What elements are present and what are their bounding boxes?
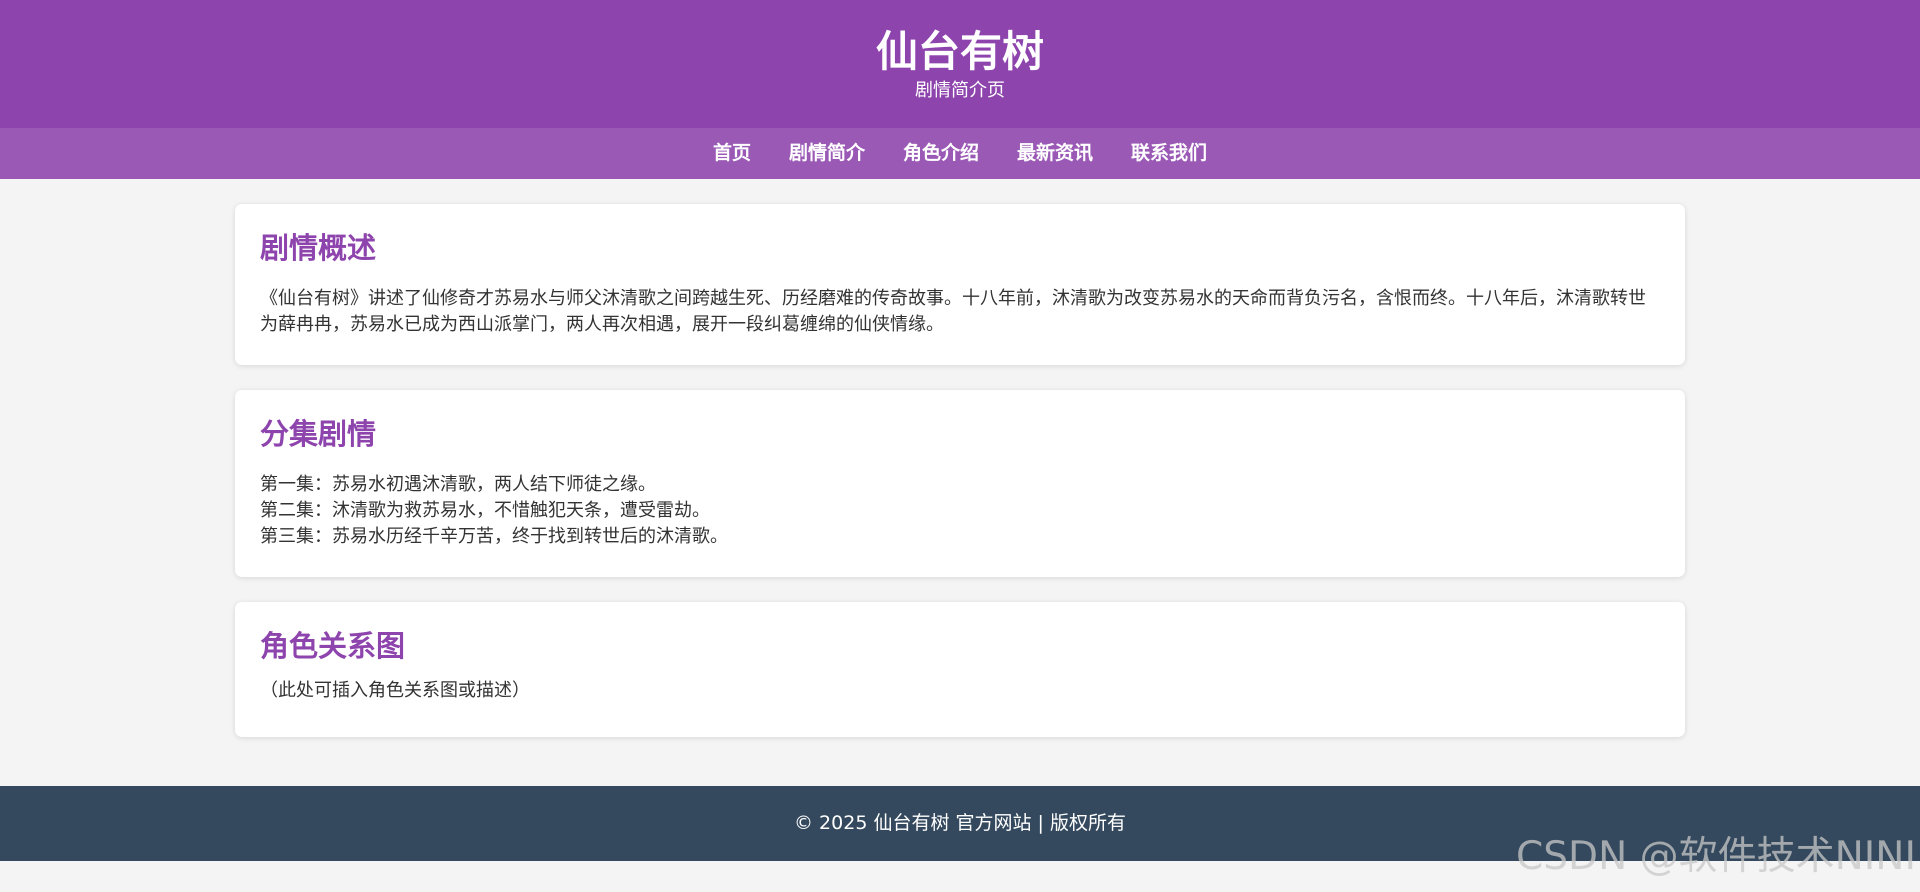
plot-overview-card: 剧情概述 《仙台有树》讲述了仙修奇才苏易水与师父沐清歌之间跨越生死、历经磨难的传… — [235, 204, 1685, 365]
episode-item: 第三集：苏易水历经千辛万苦，终于找到转世后的沐清歌。 — [260, 526, 728, 547]
watermark: CSDN @软件技术NINI — [1516, 834, 1916, 879]
site-subtitle: 剧情简介页 — [915, 80, 1005, 101]
nav-link-home[interactable]: 首页 — [694, 128, 770, 179]
plot-overview-heading: 剧情概述 — [260, 231, 377, 265]
footer-copyright: © 2025 仙台有树 官方网站 | 版权所有 — [794, 812, 1126, 834]
nav-link-news[interactable]: 最新资讯 — [998, 128, 1112, 179]
episode-item: 第二集：沐清歌为救苏易水，不惜触犯天条，遭受雷劫。 — [260, 500, 710, 521]
episode-item: 第一集：苏易水初遇沐清歌，两人结下师徒之缘。 — [260, 474, 656, 495]
episode-list: 第一集：苏易水初遇沐清歌，两人结下师徒之缘。 第二集：沐清歌为救苏易水，不惜触犯… — [260, 472, 1660, 550]
main-nav: 首页 剧情简介 角色介绍 最新资讯 联系我们 — [0, 128, 1920, 179]
episodes-heading: 分集剧情 — [260, 417, 377, 451]
nav-link-contact[interactable]: 联系我们 — [1112, 128, 1226, 179]
relations-heading: 角色关系图 — [260, 629, 406, 663]
episodes-card: 分集剧情 第一集：苏易水初遇沐清歌，两人结下师徒之缘。 第二集：沐清歌为救苏易水… — [235, 390, 1685, 577]
site-title: 仙台有树 — [875, 27, 1044, 76]
nav-link-characters[interactable]: 角色介绍 — [884, 128, 998, 179]
relations-placeholder-text: （此处可插入角色关系图或描述） — [260, 680, 530, 701]
relations-card: 角色关系图 （此处可插入角色关系图或描述） — [235, 602, 1685, 737]
site-header: 仙台有树 剧情简介页 — [0, 0, 1920, 128]
main-content: 剧情概述 《仙台有树》讲述了仙修奇才苏易水与师父沐清歌之间跨越生死、历经磨难的传… — [235, 204, 1685, 762]
plot-overview-text: 《仙台有树》讲述了仙修奇才苏易水与师父沐清歌之间跨越生死、历经磨难的传奇故事。十… — [260, 288, 1646, 335]
nav-link-plot[interactable]: 剧情简介 — [770, 128, 884, 179]
